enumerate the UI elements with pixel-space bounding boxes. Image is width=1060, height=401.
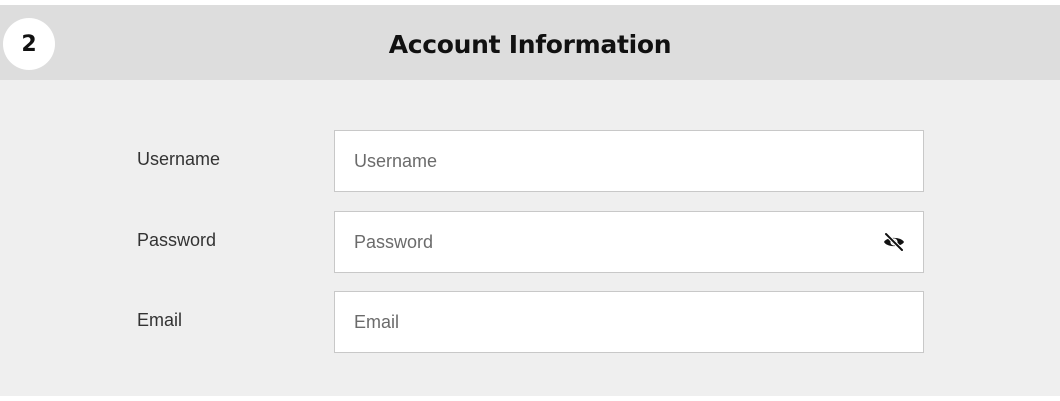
- section-title: Account Information: [388, 30, 672, 59]
- password-row: Password: [0, 211, 1060, 273]
- username-input[interactable]: [334, 130, 924, 192]
- password-input[interactable]: [334, 211, 924, 273]
- email-input[interactable]: [334, 291, 924, 353]
- section-header: Account Information 2: [0, 5, 1060, 80]
- password-label: Password: [137, 230, 217, 250]
- email-label: Email: [137, 310, 183, 330]
- account-information-section: Account Information 2 Username Password …: [0, 5, 1060, 396]
- username-row: Username: [0, 130, 1060, 192]
- eye-slash-icon[interactable]: [882, 231, 906, 253]
- username-label: Username: [137, 149, 221, 169]
- email-row: Email: [0, 291, 1060, 353]
- step-number-badge: 2: [3, 18, 55, 70]
